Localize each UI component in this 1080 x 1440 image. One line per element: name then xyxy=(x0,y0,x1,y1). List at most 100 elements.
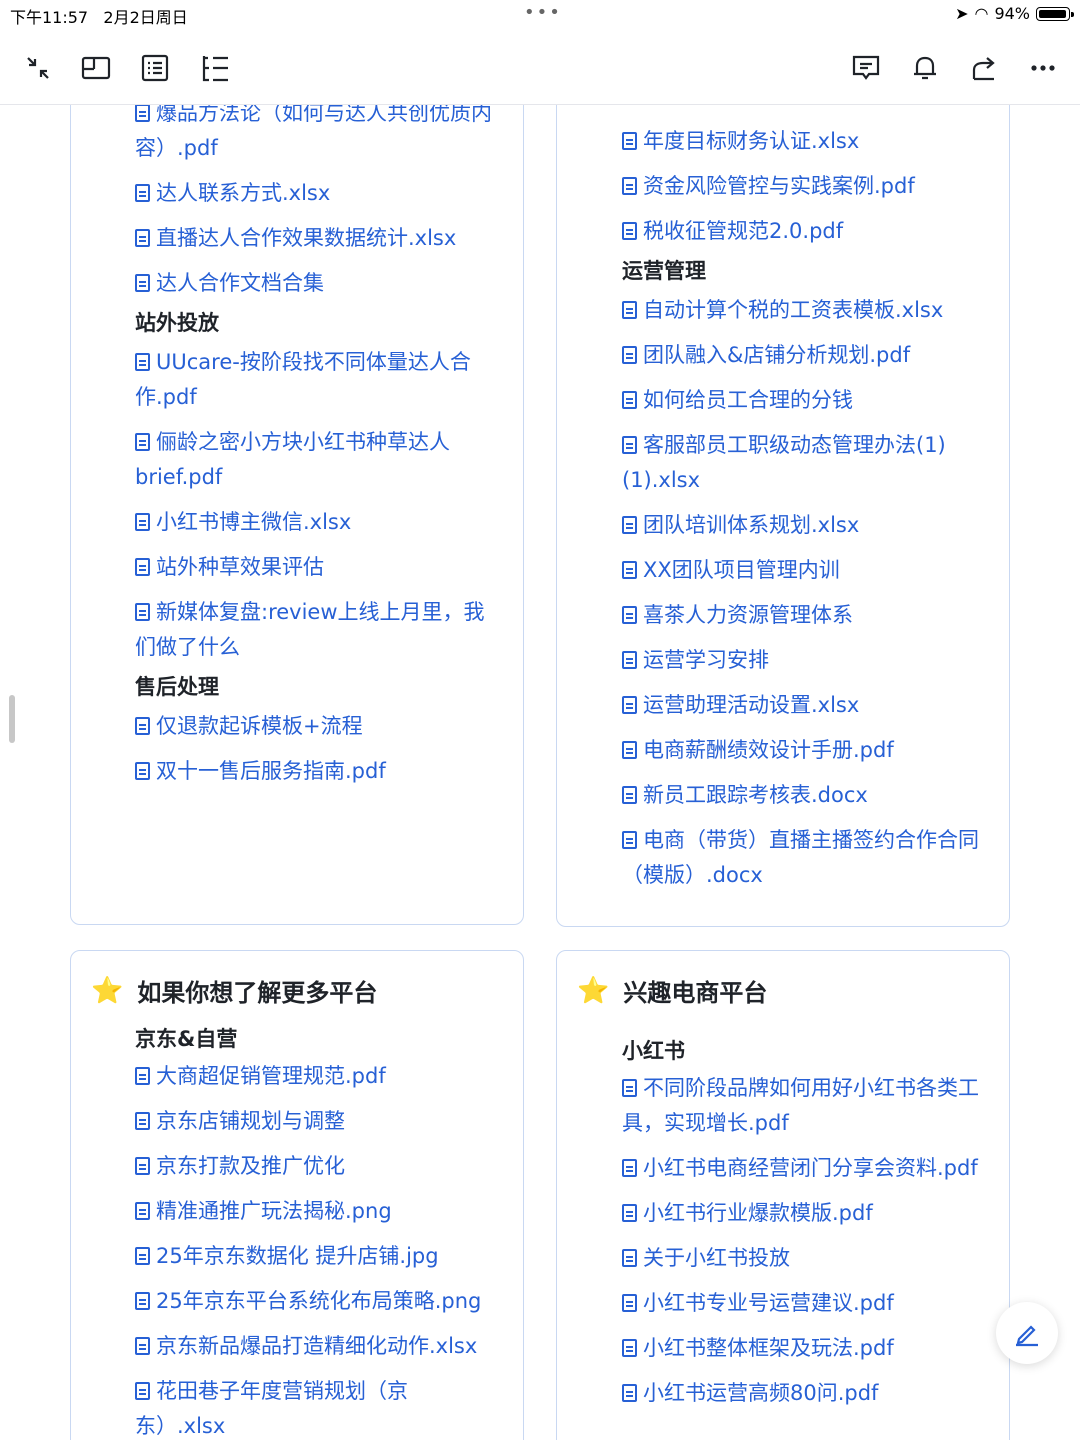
doc-link[interactable]: 自动计算个税的工资表模板.xlsx xyxy=(622,293,982,328)
doc-link-label: 京东打款及推广优化 xyxy=(156,1154,345,1178)
doc-link[interactable]: 电商（带货）直播主播签约合作合同（模版）.docx xyxy=(622,823,982,893)
share-icon[interactable] xyxy=(966,50,1002,86)
doc-link[interactable]: 年度目标财务认证.xlsx xyxy=(622,124,982,159)
document-icon xyxy=(135,274,150,292)
doc-link[interactable]: 达人合作文档合集 xyxy=(135,266,495,301)
doc-link-label: 花田巷子年度营销规划（京东）.xlsx xyxy=(135,1379,408,1438)
doc-link[interactable]: 小红书专业号运营建议.pdf xyxy=(622,1286,982,1321)
doc-link[interactable]: 团队融入&店铺分析规划.pdf xyxy=(622,338,982,373)
outline-icon[interactable] xyxy=(137,50,173,86)
doc-link-label: 达人合作文档合集 xyxy=(156,271,324,295)
doc-link[interactable]: 新媒体复盘:review上线上月里，我们做了什么 xyxy=(135,595,495,665)
star-icon: ⭐ xyxy=(91,975,124,1006)
card-right-top: 年度目标财务认证.xlsx 资金风险管控与实践案例.pdf 税收征管规范2.0.pd… xyxy=(556,105,1010,927)
doc-link[interactable]: 达人联系方式.xlsx xyxy=(135,176,495,211)
doc-link[interactable]: 精准通推广玩法揭秘.png xyxy=(135,1194,495,1229)
document-icon xyxy=(622,1294,637,1312)
document-icon xyxy=(622,177,637,195)
doc-link-label: 25年京东平台系统化布局策略.png xyxy=(156,1289,482,1313)
card-left-bottom: ⭐ 如果你想了解更多平台 京东&自营 大商超促销管理规范.pdf 京东店铺规划与调… xyxy=(70,950,524,1440)
doc-link[interactable]: 25年京东平台系统化布局策略.png xyxy=(135,1284,495,1319)
doc-link[interactable]: 花田巷子年度营销规划（京东）.xlsx xyxy=(135,1374,495,1440)
doc-link-label: 直播达人合作效果数据统计.xlsx xyxy=(156,226,457,250)
document-icon xyxy=(135,762,150,780)
doc-link[interactable]: 小红书运营高频80问.pdf xyxy=(622,1376,982,1411)
doc-link[interactable]: 不同阶段品牌如何用好小红书各类工具，实现增长.pdf xyxy=(622,1071,982,1141)
multitask-dots[interactable]: ••• xyxy=(524,2,562,23)
doc-link[interactable]: 大商超促销管理规范.pdf xyxy=(135,1059,495,1094)
doc-link[interactable]: XX团队项目管理内训 xyxy=(622,553,982,588)
tree-list-icon[interactable] xyxy=(196,50,232,86)
doc-link-label: 自动计算个税的工资表模板.xlsx xyxy=(643,298,944,322)
doc-link-label: 京东店铺规划与调整 xyxy=(156,1109,345,1133)
doc-link-label: 小红书整体框架及玩法.pdf xyxy=(643,1336,894,1360)
doc-link[interactable]: 京东店铺规划与调整 xyxy=(135,1104,495,1139)
doc-link[interactable]: 京东新品爆品打造精细化动作.xlsx xyxy=(135,1329,495,1364)
comment-icon[interactable] xyxy=(848,50,884,86)
doc-link[interactable]: 直播达人合作效果数据统计.xlsx xyxy=(135,221,495,256)
document-icon xyxy=(135,558,150,576)
list-left-top-a: 爆品方法论（如何与达人共创优质内容）.pdf 达人联系方式.xlsx 直播达人合作效… xyxy=(135,105,495,301)
doc-link[interactable]: 京东打款及推广优化 xyxy=(135,1149,495,1184)
doc-link[interactable]: 仅退款起诉模板+流程 xyxy=(135,709,495,744)
doc-link[interactable]: 小红书电商经营闭门分享会资料.pdf xyxy=(622,1151,982,1186)
doc-link[interactable]: 关于小红书投放 xyxy=(622,1241,982,1276)
heading-operations: 运营管理 xyxy=(622,259,706,283)
doc-link-label: 小红书专业号运营建议.pdf xyxy=(643,1291,894,1315)
doc-link[interactable]: 电商薪酬绩效设计手册.pdf xyxy=(622,733,982,768)
doc-link-label: 新媒体复盘:review上线上月里，我们做了什么 xyxy=(135,600,485,659)
document-icon xyxy=(622,301,637,319)
doc-link[interactable]: 小红书整体框架及玩法.pdf xyxy=(622,1331,982,1366)
list-right-top-a: 年度目标财务认证.xlsx 资金风险管控与实践案例.pdf 税收征管规范2.0.pd… xyxy=(622,124,982,249)
doc-link[interactable]: 运营学习安排 xyxy=(622,643,982,678)
doc-link-label: 客服部员工职级动态管理办法(1)(1).xlsx xyxy=(622,433,946,492)
doc-link-label: 站外种草效果评估 xyxy=(156,555,324,579)
document-icon xyxy=(622,606,637,624)
doc-link[interactable]: 双十一售后服务指南.pdf xyxy=(135,754,495,789)
document-icon xyxy=(622,741,637,759)
doc-link[interactable]: 爆品方法论（如何与达人共创优质内容）.pdf xyxy=(135,105,495,166)
doc-link-label: 小红书运营高频80问.pdf xyxy=(643,1381,879,1405)
doc-link[interactable]: 如何给员工合理的分钱 xyxy=(622,383,982,418)
pencil-icon xyxy=(1016,1325,1038,1347)
document-icon xyxy=(135,433,150,451)
document-body[interactable]: 爆品方法论（如何与达人共创优质内容）.pdf 达人联系方式.xlsx 直播达人合作效… xyxy=(0,105,1080,1440)
doc-link-label: 电商薪酬绩效设计手册.pdf xyxy=(643,738,894,762)
edit-button[interactable] xyxy=(996,1302,1058,1364)
document-icon xyxy=(135,184,150,202)
document-icon xyxy=(622,696,637,714)
bell-icon[interactable] xyxy=(907,50,943,86)
collapse-icon[interactable] xyxy=(20,50,56,86)
doc-link-label: 运营助理活动设置.xlsx xyxy=(643,693,860,717)
heading-jd: 京东&自营 xyxy=(135,1027,238,1051)
document-icon xyxy=(135,1337,150,1355)
document-icon xyxy=(135,1202,150,1220)
doc-link-label: 团队培训体系规划.xlsx xyxy=(643,513,860,537)
doc-link[interactable]: 运营助理活动设置.xlsx xyxy=(622,688,982,723)
battery-icon xyxy=(1036,6,1074,21)
doc-link[interactable]: 俪龄之密小方块小红书种草达人brief.pdf xyxy=(135,425,495,495)
star-icon: ⭐ xyxy=(577,975,610,1006)
doc-link[interactable]: 资金风险管控与实践案例.pdf xyxy=(622,169,982,204)
doc-link[interactable]: 小红书行业爆款模版.pdf xyxy=(622,1196,982,1231)
doc-link-label: 电商（带货）直播主播签约合作合同（模版）.docx xyxy=(622,828,979,887)
document-icon xyxy=(622,516,637,534)
doc-link[interactable]: 团队培训体系规划.xlsx xyxy=(622,508,982,543)
document-icon xyxy=(135,1247,150,1265)
more-icon[interactable] xyxy=(1025,50,1061,86)
doc-link[interactable]: 小红书博主微信.xlsx xyxy=(135,505,495,540)
new-window-icon[interactable] xyxy=(78,50,114,86)
doc-link[interactable]: 客服部员工职级动态管理办法(1)(1).xlsx xyxy=(622,428,982,498)
card-right-bottom: ⭐ 兴趣电商平台 小红书 不同阶段品牌如何用好小红书各类工具，实现增长.pdf 小… xyxy=(556,950,1010,1440)
doc-link-label: 税收征管规范2.0.pdf xyxy=(643,219,844,243)
document-icon xyxy=(622,1159,637,1177)
doc-link[interactable]: 喜茶人力资源管理体系 xyxy=(622,598,982,633)
doc-link[interactable]: UUcare-按阶段找不同体量达人合作.pdf xyxy=(135,345,495,415)
doc-link[interactable]: 税收征管规范2.0.pdf xyxy=(622,214,982,249)
doc-link[interactable]: 站外种草效果评估 xyxy=(135,550,495,585)
doc-link-label: UUcare-按阶段找不同体量达人合作.pdf xyxy=(135,350,471,409)
doc-link[interactable]: 25年京东数据化 提升店铺.jpg xyxy=(135,1239,495,1274)
doc-link-label: 精准通推广玩法揭秘.png xyxy=(156,1199,392,1223)
doc-link[interactable]: 新员工跟踪考核表.docx xyxy=(622,778,982,813)
document-icon xyxy=(622,391,637,409)
